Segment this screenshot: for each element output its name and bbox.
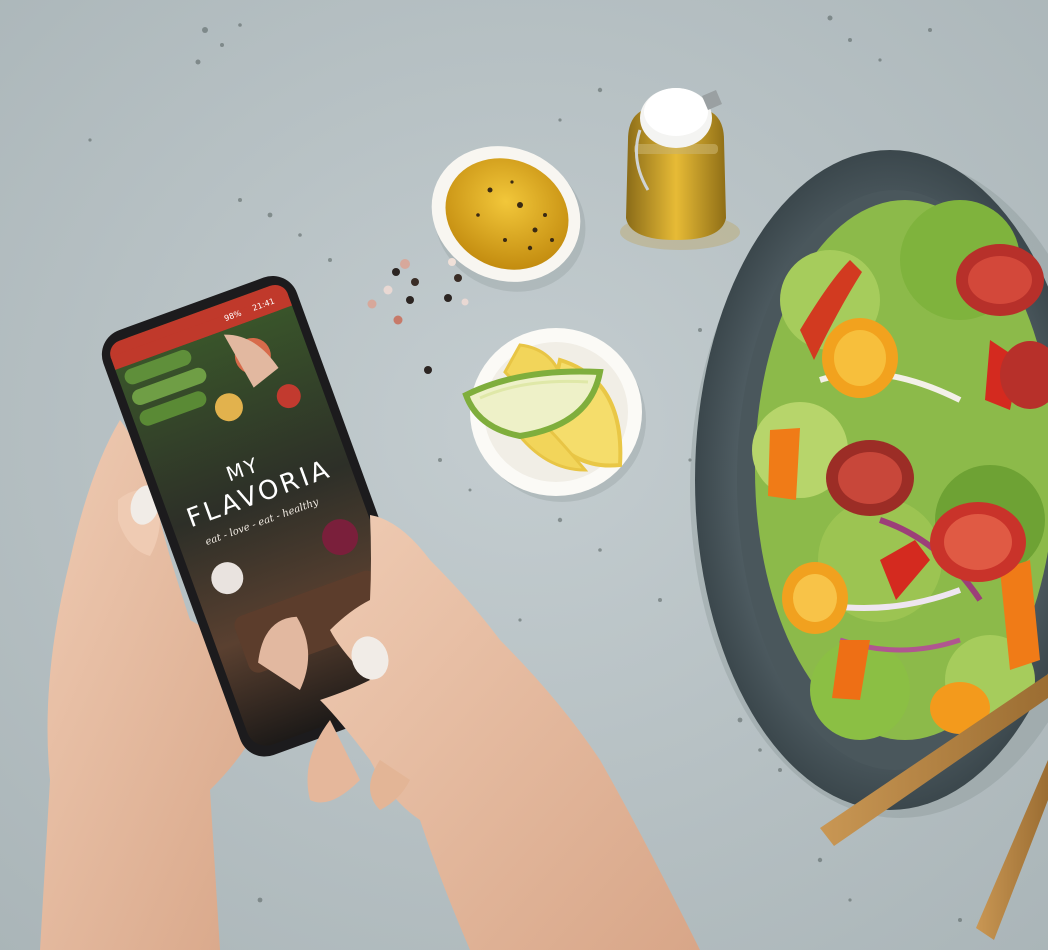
food-app-photo: 98% 21:41 MY FLAVORIA eat - love - eat -… (0, 0, 1048, 950)
scene-svg: 98% 21:41 MY FLAVORIA eat - love - eat -… (0, 0, 1048, 950)
